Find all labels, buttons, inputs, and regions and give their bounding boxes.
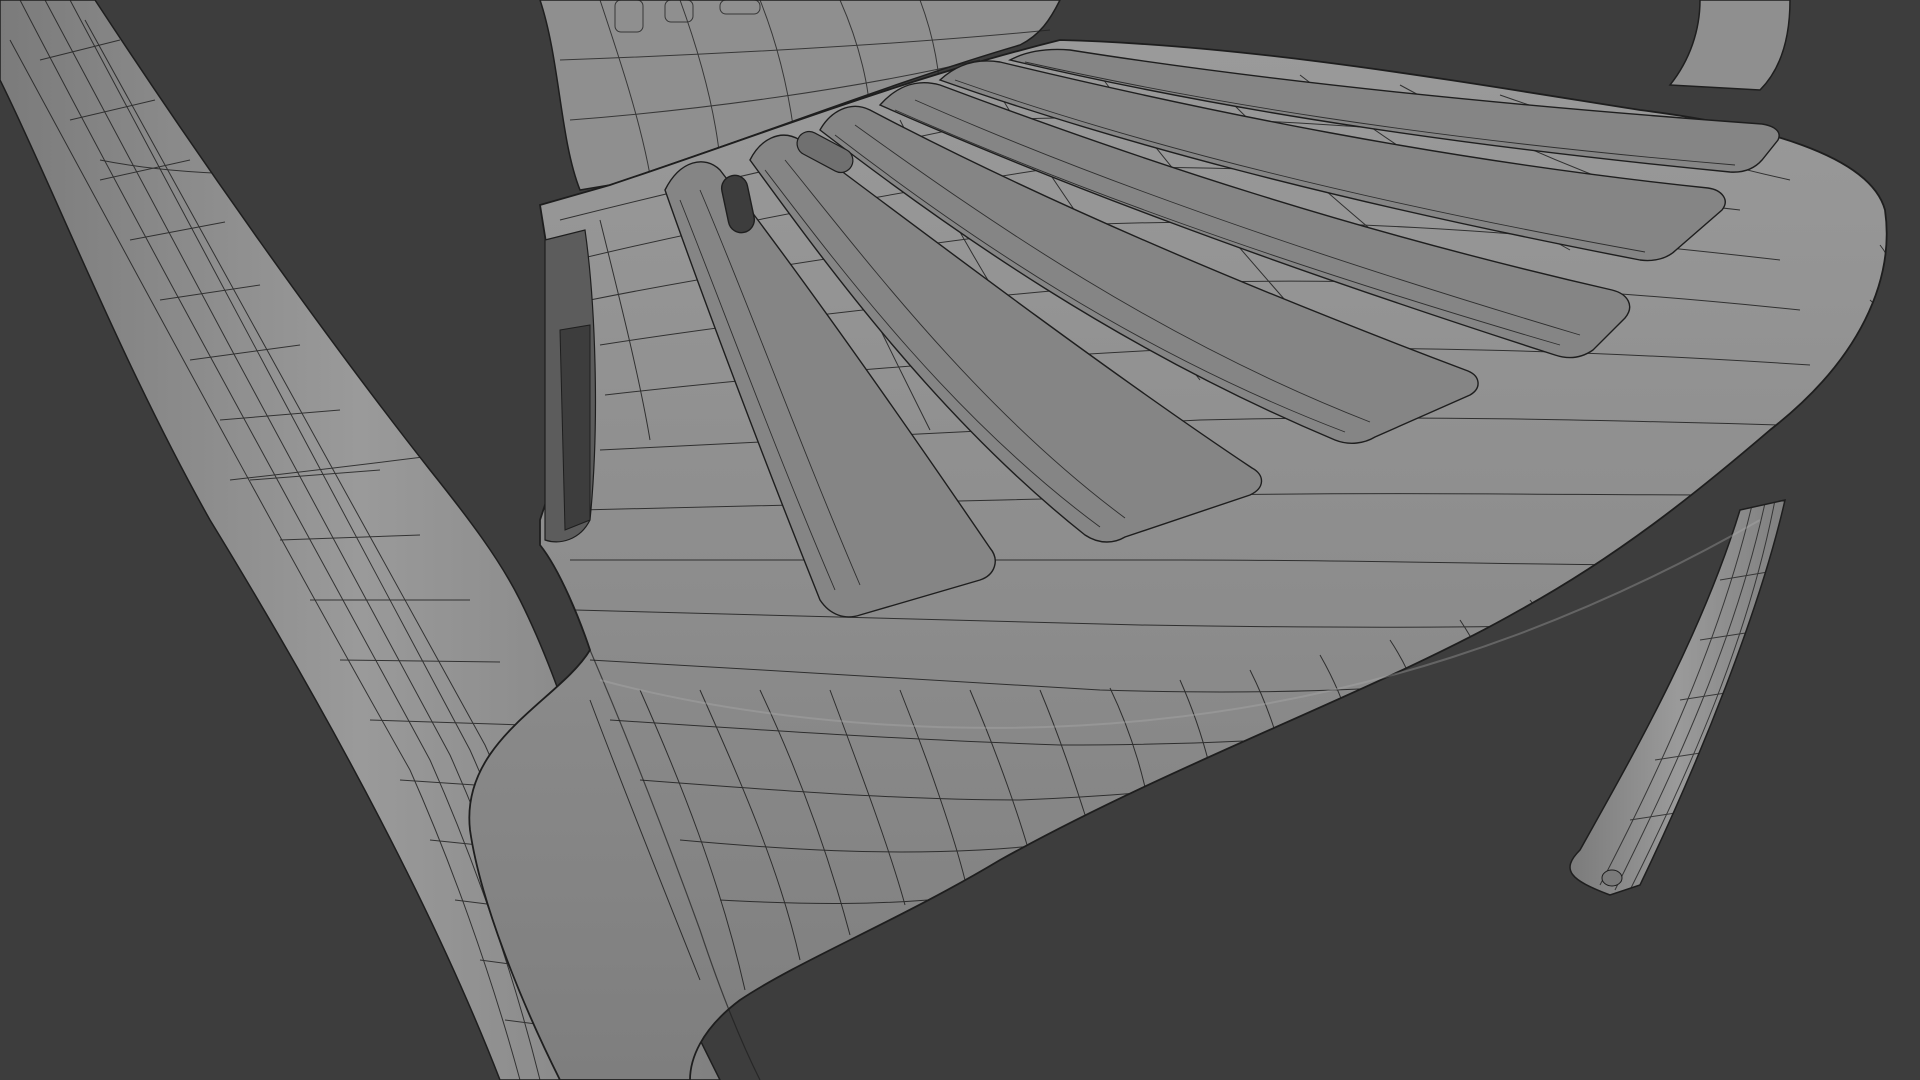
chair-seat[interactable]: [468, 39, 1892, 1080]
3d-viewport[interactable]: [0, 0, 1920, 1080]
backrest-right-post: [1668, 0, 1791, 91]
leg-foot-cap: [1601, 869, 1623, 887]
seat-inner-cavity: [544, 229, 597, 543]
viewport-canvas[interactable]: [0, 0, 1920, 1080]
